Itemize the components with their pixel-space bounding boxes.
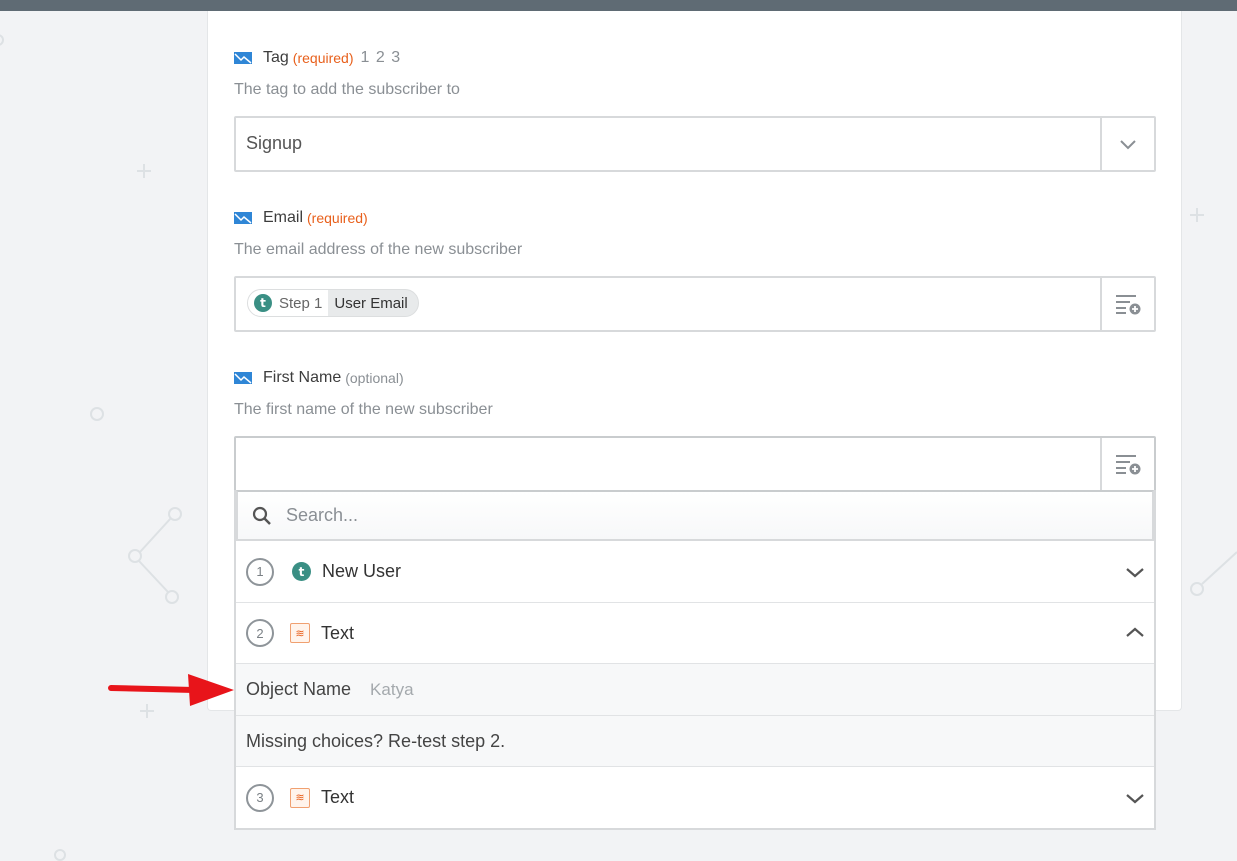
text-formatter-icon: ≋	[290, 623, 310, 643]
missing-choices-text: Missing choices? Re-test step 2.	[246, 730, 506, 751]
step-number-badge: 2	[246, 619, 274, 647]
insert-field-icon	[1116, 295, 1141, 315]
email-field[interactable]: t Step 1 User Email	[234, 276, 1156, 332]
search-icon	[252, 506, 271, 525]
option-sample-value: Katya	[370, 679, 414, 699]
insert-data-dropdown: 1 t New User 2 ≋ Text Object Name Katya …	[234, 490, 1156, 830]
email-field-label: Email (required)	[234, 206, 368, 230]
chevron-down-icon	[1126, 567, 1144, 577]
step-title: Text	[321, 622, 355, 643]
mail-icon	[234, 52, 252, 64]
first-name-field-label: First Name (optional)	[234, 366, 404, 390]
first-name-insert-data-button[interactable]	[1100, 438, 1154, 490]
first-name-optional-badge: (optional)	[345, 370, 404, 386]
chevron-down-icon	[1120, 140, 1136, 150]
mail-icon	[234, 372, 252, 384]
step-number-badge: 1	[246, 557, 274, 586]
pill-step-label: Step 1	[279, 294, 323, 312]
email-required-badge: (required)	[307, 210, 368, 226]
tag-select[interactable]: Signup	[234, 116, 1156, 172]
step-title: New User	[322, 561, 402, 581]
red-arrow-annotation	[108, 674, 234, 706]
pill-field-value: User Email	[334, 294, 408, 312]
search-bar	[236, 490, 1154, 541]
step-number-badge: 3	[246, 783, 274, 812]
first-name-field[interactable]	[234, 436, 1156, 492]
text-formatter-icon: ≋	[290, 787, 310, 808]
pill-step-section: t Step 1	[248, 290, 329, 316]
step-row-2[interactable]: 2 ≋ Text	[236, 602, 1154, 663]
email-label-text: Email	[263, 209, 304, 226]
first-name-label-text: First Name	[263, 369, 342, 386]
tag-required-badge: (required)	[292, 50, 354, 66]
tag-help-text: The tag to add the subscriber to	[234, 81, 460, 98]
step-row-3[interactable]: 3 ≋ Text	[236, 766, 1154, 828]
tag-field-label: Tag (required) 1 2 3	[234, 46, 401, 70]
tag-select-value: Signup	[246, 133, 303, 153]
step-title: Text	[321, 787, 355, 807]
mail-icon	[234, 212, 252, 224]
chevron-up-icon	[1126, 627, 1144, 637]
missing-choices-link[interactable]: Missing choices? Re-test step 2.	[236, 715, 1154, 766]
step-row-1[interactable]: 1 t New User	[236, 541, 1154, 602]
email-mapped-pill[interactable]: t Step 1 User Email	[247, 289, 419, 317]
chevron-down-icon	[1126, 793, 1144, 803]
tag-label-text: Tag	[263, 49, 289, 66]
tag-dropdown-toggle[interactable]	[1100, 118, 1154, 170]
search-input[interactable]	[286, 505, 1086, 526]
option-label: Object Name	[246, 679, 352, 699]
email-help-text: The email address of the new subscriber	[234, 241, 523, 258]
t-app-icon: t	[254, 294, 272, 312]
object-name-option[interactable]: Object Name Katya	[236, 663, 1154, 715]
first-name-help-text: The first name of the new subscriber	[234, 401, 493, 418]
t-app-icon: t	[292, 562, 311, 581]
email-insert-data-button[interactable]	[1100, 278, 1154, 330]
insert-field-icon	[1116, 455, 1141, 475]
tag-step-numbers: 1 2 3	[360, 49, 402, 66]
